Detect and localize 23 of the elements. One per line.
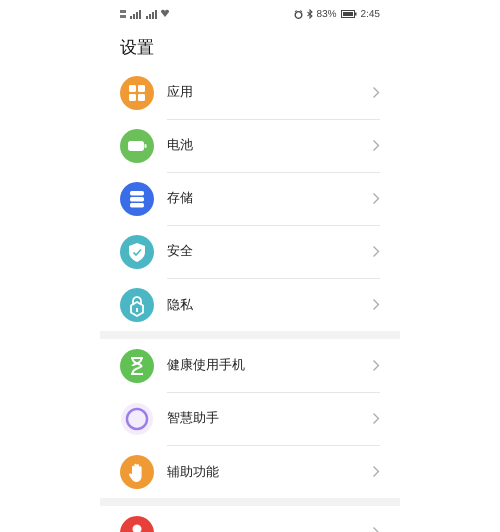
clock-time: 2:45 xyxy=(360,8,380,20)
battery-percent: 83% xyxy=(316,8,337,20)
battery-icon xyxy=(340,10,357,18)
chevron-icon xyxy=(372,298,380,311)
bluetooth-icon xyxy=(306,9,313,19)
setting-label[interactable]: 安全 xyxy=(167,242,372,260)
setting-label[interactable]: 隐私 xyxy=(167,296,372,314)
setting-label[interactable]: 辅助功能 xyxy=(167,462,372,480)
setting-label[interactable]: 电池 xyxy=(167,136,372,154)
chevron-icon xyxy=(372,86,380,98)
chevron-icon xyxy=(372,358,380,372)
chevron-icon xyxy=(372,465,380,478)
chevron-icon xyxy=(372,192,380,204)
alarm-icon xyxy=(294,10,303,18)
chevron-icon xyxy=(372,244,380,258)
setting-label[interactable]: 智慧助手 xyxy=(167,409,372,427)
chevron-icon xyxy=(372,138,380,152)
setting-label[interactable]: 应用 xyxy=(167,83,372,101)
setting-label[interactable]: 存储 xyxy=(167,189,372,207)
signal-icon xyxy=(120,9,170,19)
chevron-icon xyxy=(372,412,380,424)
page-title: 设置 xyxy=(120,36,154,58)
setting-label[interactable]: 健康使用手机 xyxy=(167,356,372,374)
